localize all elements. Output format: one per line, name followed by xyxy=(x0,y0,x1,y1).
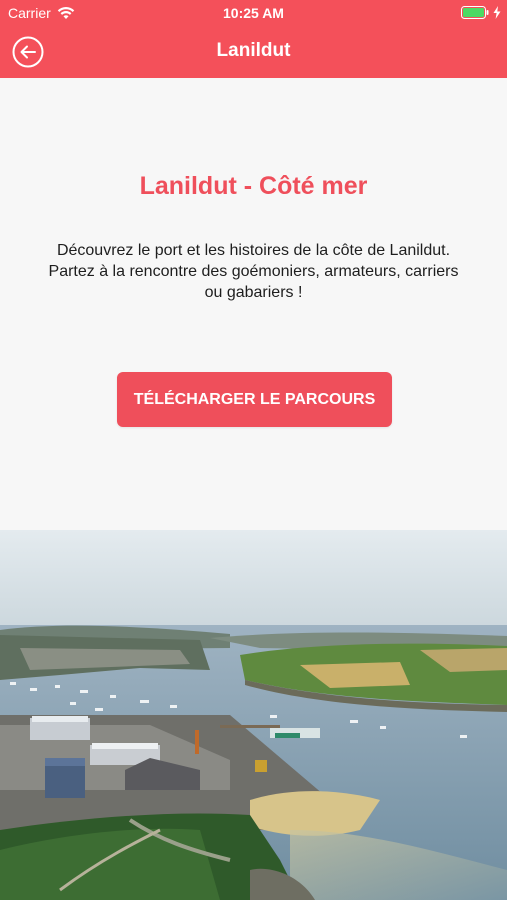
description-line-2: Partez à la rencontre des goémoniers, ar… xyxy=(48,263,459,301)
main-content: Lanildut - Côté mer Découvrez le port et… xyxy=(0,78,507,530)
page-title: Lanildut xyxy=(216,40,291,61)
tour-description: Découvrez le port et les histoires de la… xyxy=(40,240,467,303)
port-aerial-illustration xyxy=(0,530,507,900)
charging-icon xyxy=(493,6,501,19)
nav-bar: Lanildut xyxy=(0,28,507,78)
download-tour-button[interactable]: TÉLÉCHARGER LE PARCOURS xyxy=(117,372,392,427)
battery-icon xyxy=(461,6,489,19)
status-bar: Carrier 10:25 AM xyxy=(0,0,507,28)
port-aerial-photo xyxy=(0,530,507,900)
description-line-1: Découvrez le port et les histoires de la… xyxy=(56,242,451,259)
status-time: 10:25 AM xyxy=(223,5,284,21)
tour-headline: Lanildut - Côté mer xyxy=(139,172,368,200)
battery-group xyxy=(461,6,501,19)
